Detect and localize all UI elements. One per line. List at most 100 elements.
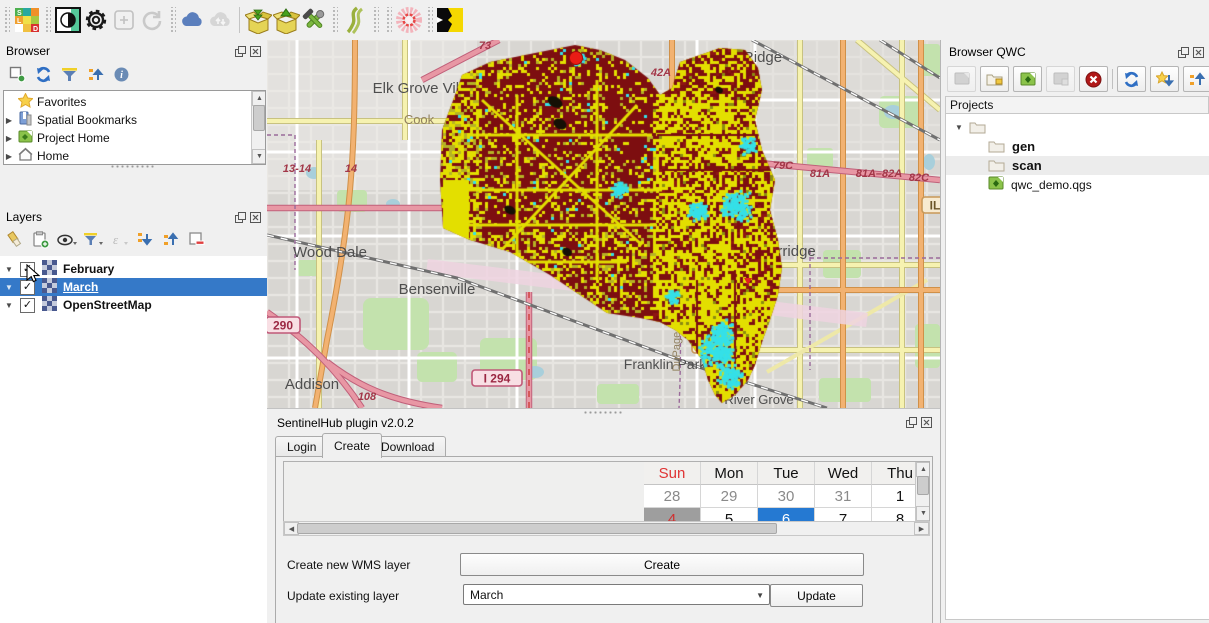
toolbar-drag-handle[interactable] bbox=[331, 7, 338, 33]
expander-icon[interactable]: ▶ bbox=[4, 116, 14, 125]
tab-create[interactable]: Create bbox=[322, 433, 382, 458]
browser-item-home[interactable]: ▶ Home bbox=[4, 147, 265, 165]
qwc-item-gen[interactable]: gen bbox=[946, 137, 1209, 156]
panel-splitter[interactable] bbox=[110, 164, 156, 169]
collapse-all-icon[interactable] bbox=[158, 228, 184, 252]
toolbar-drag-handle[interactable] bbox=[44, 7, 51, 33]
profile-donut-icon[interactable] bbox=[395, 6, 423, 34]
layers-list: ▼ ✓ February ▼ ✓ March ▼ ✓ OpenStreetMap bbox=[0, 256, 267, 623]
scroll-up-icon[interactable]: ▲ bbox=[916, 462, 930, 477]
layer-styling-icon[interactable]: SLD bbox=[13, 6, 41, 34]
float-panel-icon[interactable] bbox=[234, 45, 246, 57]
add-item-icon[interactable] bbox=[110, 6, 138, 34]
expander-icon[interactable]: ▼ bbox=[4, 301, 14, 310]
toolbar-drag-handle[interactable] bbox=[426, 7, 433, 33]
layer-row-openstreetmap[interactable]: ▼ ✓ OpenStreetMap bbox=[0, 296, 267, 314]
calendar-widget[interactable]: Sun Mon Tue Wed Thu 28 29 30 31 1 4 5 6 … bbox=[283, 461, 930, 522]
style-manager-icon[interactable] bbox=[2, 228, 28, 252]
open-project-icon[interactable] bbox=[1013, 66, 1042, 92]
delete-icon[interactable] bbox=[1079, 66, 1108, 92]
calendar-scrollbar-horizontal[interactable]: ◀ ▶ bbox=[283, 521, 930, 536]
calendar-day[interactable]: 7 bbox=[815, 508, 872, 522]
float-panel-icon[interactable] bbox=[234, 211, 246, 223]
tab-login[interactable]: Login bbox=[275, 436, 328, 457]
projects-column-header[interactable]: Projects bbox=[945, 96, 1209, 114]
layer-row-march-selected[interactable]: ▼ ✓ March bbox=[0, 278, 267, 296]
close-panel-icon[interactable] bbox=[249, 45, 261, 57]
close-panel-icon[interactable] bbox=[249, 211, 261, 223]
settings-gear-icon[interactable] bbox=[82, 6, 110, 34]
sentinelhub-icon[interactable] bbox=[341, 6, 369, 34]
expander-icon[interactable]: ▼ bbox=[4, 283, 14, 292]
cloud-upload-icon[interactable] bbox=[207, 6, 235, 34]
layer-select-dropdown[interactable]: March▼ bbox=[463, 584, 770, 605]
toolbar-drag-handle[interactable] bbox=[3, 7, 10, 33]
refresh-icon[interactable] bbox=[1117, 66, 1146, 92]
browser-tree-scrollbar[interactable]: ▲ ▼ bbox=[251, 91, 265, 164]
layer-row-february[interactable]: ▼ ✓ February bbox=[0, 260, 267, 278]
refresh-icon[interactable] bbox=[30, 62, 56, 86]
calendar-day[interactable]: 31 bbox=[815, 485, 872, 508]
create-button[interactable]: Create bbox=[460, 553, 864, 576]
update-button[interactable]: Update bbox=[770, 584, 863, 607]
sync-icon[interactable] bbox=[138, 6, 166, 34]
close-panel-icon[interactable] bbox=[1192, 46, 1204, 58]
toolbar-drag-handle[interactable] bbox=[372, 7, 379, 33]
add-group-icon[interactable] bbox=[28, 228, 54, 252]
scroll-down-icon[interactable]: ▼ bbox=[916, 506, 930, 521]
browser-item-spatial-bookmarks[interactable]: ▶ Spatial Bookmarks bbox=[4, 111, 265, 129]
cloud-icon[interactable] bbox=[179, 6, 207, 34]
mergin-maps-icon[interactable] bbox=[436, 6, 464, 34]
calendar-day[interactable]: 5 bbox=[701, 508, 758, 522]
toolbar-drag-handle[interactable] bbox=[385, 7, 392, 33]
properties-icon[interactable]: i bbox=[108, 62, 134, 86]
calendar-day[interactable]: 28 bbox=[644, 485, 701, 508]
save-project-icon[interactable] bbox=[947, 66, 976, 92]
collapse-tree-icon[interactable] bbox=[1183, 66, 1209, 92]
scroll-down-icon[interactable]: ▼ bbox=[252, 149, 266, 164]
expand-all-icon[interactable] bbox=[132, 228, 158, 252]
calendar-day-today[interactable]: 4 bbox=[644, 508, 701, 522]
qwc-toolbar bbox=[947, 66, 1209, 92]
filter-legend-icon[interactable] bbox=[80, 228, 106, 252]
qwc-item-qwc-demo[interactable]: qwc_demo.qgs bbox=[946, 175, 1209, 194]
calendar-day[interactable]: 30 bbox=[758, 485, 815, 508]
remove-layer-icon[interactable] bbox=[184, 228, 210, 252]
panel-splitter[interactable] bbox=[583, 410, 623, 414]
qwc-item-scan[interactable]: scan bbox=[946, 156, 1209, 175]
add-layer-icon[interactable] bbox=[4, 62, 30, 86]
toolbar-drag-handle[interactable] bbox=[169, 7, 176, 33]
import-package-icon[interactable] bbox=[244, 6, 272, 34]
layer-checkbox[interactable]: ✓ bbox=[20, 280, 35, 295]
calendar-day[interactable]: 29 bbox=[701, 485, 758, 508]
layer-checkbox[interactable]: ✓ bbox=[20, 298, 35, 313]
collapse-all-icon[interactable] bbox=[82, 62, 108, 86]
scroll-right-icon[interactable]: ▶ bbox=[914, 522, 929, 535]
map-canvas[interactable]: 290I 294IL 43IL Elk Grove VillagePark Ri… bbox=[267, 40, 940, 408]
calendar-day-selected[interactable]: 6 bbox=[758, 508, 815, 522]
expander-icon[interactable]: ▼ bbox=[4, 265, 14, 274]
calendar-scrollbar-vertical[interactable]: ▲ ▼ bbox=[915, 462, 929, 521]
expander-icon[interactable]: ▶ bbox=[4, 152, 14, 161]
contrast-legend-icon[interactable] bbox=[54, 6, 82, 34]
export-package-icon[interactable] bbox=[272, 6, 300, 34]
expand-tree-icon[interactable] bbox=[1150, 66, 1179, 92]
manage-themes-icon[interactable] bbox=[54, 228, 80, 252]
layer-checkbox[interactable]: ✓ bbox=[20, 262, 35, 277]
new-folder-icon[interactable] bbox=[980, 66, 1009, 92]
expander-icon[interactable]: ▼ bbox=[954, 123, 964, 132]
close-panel-icon[interactable] bbox=[920, 416, 932, 428]
scroll-thumb[interactable] bbox=[253, 105, 265, 131]
scroll-up-icon[interactable]: ▲ bbox=[252, 91, 266, 106]
filter-icon[interactable] bbox=[56, 62, 82, 86]
browser-item-favorites[interactable]: Favorites bbox=[4, 93, 265, 111]
processing-tools-icon[interactable] bbox=[300, 6, 328, 34]
float-panel-icon[interactable] bbox=[1177, 46, 1189, 58]
browser-item-project-home[interactable]: ▶ Project Home bbox=[4, 129, 265, 147]
qwc-root-folder[interactable]: ▼ bbox=[946, 118, 1209, 137]
filter-expression-icon[interactable]: ε bbox=[106, 228, 132, 252]
expander-icon[interactable]: ▶ bbox=[4, 134, 14, 143]
scroll-thumb[interactable] bbox=[297, 523, 777, 534]
save-as-icon[interactable] bbox=[1046, 66, 1075, 92]
float-panel-icon[interactable] bbox=[905, 416, 917, 428]
